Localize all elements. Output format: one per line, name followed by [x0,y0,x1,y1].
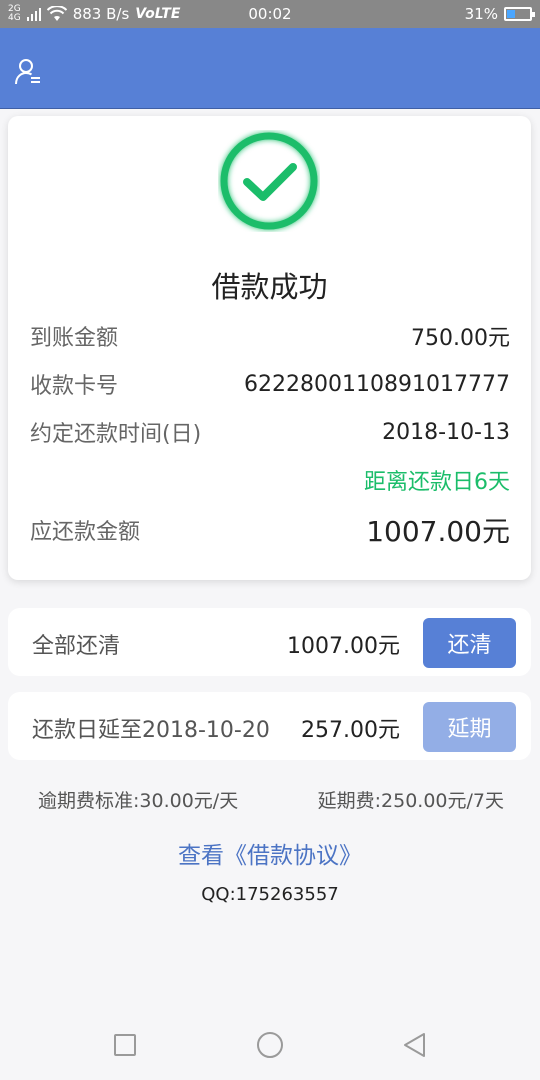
status-bar: 2G 4G 883 B/s VoLTE 00:02 31% [0,0,540,28]
success-title: 借款成功 [211,270,328,304]
volte-label: VoLTE [135,6,181,22]
extension-fee-text: 延期费:250.00元/7天 [317,790,504,812]
received-amount-value: 750.00元 [411,326,510,351]
extend-row: 还款日延至2018-10-20 257.00元 延期 [8,692,531,760]
due-amount-label: 应还款金额 [30,520,141,545]
repay-all-row: 全部还清 1007.00元 还清 [8,608,531,676]
qq-contact: QQ:175263557 [201,884,339,905]
network-speed: 883 B/s [72,5,130,23]
system-nav-bar [0,1008,540,1080]
square-icon[interactable] [110,1030,140,1060]
user-icon[interactable] [14,58,42,86]
status-right: 31% [464,5,535,23]
signal-bottom-label: 4G [8,13,21,23]
extend-amount: 257.00元 [301,718,400,743]
circle-icon[interactable] [255,1030,285,1060]
loan-agreement-link[interactable]: 查看《借款协议》 [0,836,540,870]
status-left: 2G 4G 883 B/s VoLTE [8,5,181,24]
back-triangle-icon[interactable] [400,1030,430,1060]
repay-date-label: 约定还款时间(日) [30,422,202,447]
repay-all-label: 全部还清 [32,634,121,659]
card-number-row: 收款卡号 6222800110891017777 [30,368,510,400]
due-amount-row: 应还款金额 1007.00元 [30,510,510,550]
repay-all-button[interactable]: 还清 [423,618,516,668]
due-amount-value: 1007.00元 [366,515,510,548]
repay-date-value: 2018-10-13 [382,419,510,445]
battery-percent: 31% [464,5,498,23]
signal-bars-icon [26,8,41,21]
signal-indicator: 2G 4G [8,5,21,23]
repay-date-row: 约定还款时间(日) 2018-10-13 [30,416,510,448]
received-amount-label: 到账金额 [30,326,119,351]
check-circle-icon [220,132,318,230]
extend-label: 还款日延至2018-10-20 [32,718,270,743]
wifi-icon [46,6,67,21]
received-amount-row: 到账金额 750.00元 [30,320,510,352]
loan-result-card: 借款成功 到账金额 750.00元 收款卡号 62228001108910177… [8,116,531,580]
days-remaining-text: 距离还款日6天 [364,470,510,495]
extend-button[interactable]: 延期 [423,702,516,752]
fee-info: 逾期费标准:30.00元/天 延期费:250.00元/7天 [38,786,504,813]
app-header [0,28,540,109]
card-number-label: 收款卡号 [30,374,119,399]
repay-all-amount: 1007.00元 [287,634,400,659]
card-number-value: 6222800110891017777 [244,371,510,397]
overdue-fee-text: 逾期费标准:30.00元/天 [38,790,239,812]
battery-icon [504,7,535,21]
